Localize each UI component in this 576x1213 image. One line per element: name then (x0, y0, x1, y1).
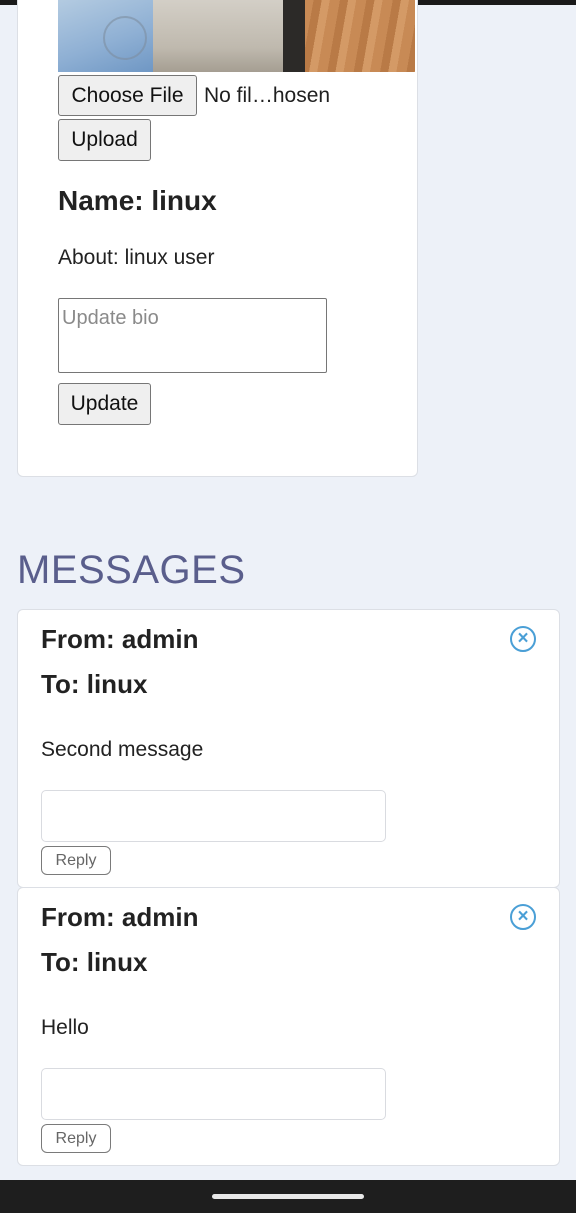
about-value: linux user (124, 246, 215, 269)
message-from: From: admin (41, 624, 198, 655)
profile-photo (58, 0, 415, 72)
choose-file-button[interactable]: Choose File (58, 75, 197, 116)
close-circle-icon[interactable]: × (510, 626, 536, 652)
profile-card: Choose File No fil…hosen Upload Name: li… (17, 0, 418, 477)
message-card: From: admin × To: linux Hello Reply (17, 887, 560, 1166)
reply-button[interactable]: Reply (41, 1124, 111, 1153)
about-label: About: (58, 246, 119, 269)
file-status-text: No fil…hosen (204, 83, 331, 107)
to-label: To: (41, 947, 80, 977)
upload-button[interactable]: Upload (58, 119, 151, 161)
from-label: From: (41, 902, 115, 932)
system-nav-bar (0, 1180, 576, 1213)
message-to: To: linux (41, 947, 147, 978)
profile-name: Name: linux (58, 185, 217, 217)
from-label: From: (41, 624, 115, 654)
message-body: Second message (41, 738, 204, 761)
from-value: admin (121, 902, 199, 932)
close-circle-icon[interactable]: × (510, 904, 536, 930)
reply-input[interactable] (41, 1068, 386, 1120)
home-indicator[interactable] (212, 1194, 364, 1199)
message-to: To: linux (41, 669, 147, 700)
reply-button[interactable]: Reply (41, 846, 111, 875)
message-body: Hello (41, 1016, 89, 1039)
message-card: From: admin × To: linux Second message R… (17, 609, 560, 888)
file-picker: Choose File No fil…hosen (58, 75, 330, 116)
from-value: admin (121, 624, 199, 654)
to-value: linux (86, 669, 148, 699)
to-label: To: (41, 669, 80, 699)
name-label: Name: (58, 185, 144, 216)
name-value: linux (151, 185, 217, 216)
update-bio-button[interactable]: Update (58, 383, 151, 425)
message-from: From: admin (41, 902, 198, 933)
messages-heading: MESSAGES (17, 548, 246, 592)
profile-about: About: linux user (58, 246, 214, 270)
bio-input[interactable] (58, 298, 327, 373)
to-value: linux (86, 947, 148, 977)
reply-input[interactable] (41, 790, 386, 842)
